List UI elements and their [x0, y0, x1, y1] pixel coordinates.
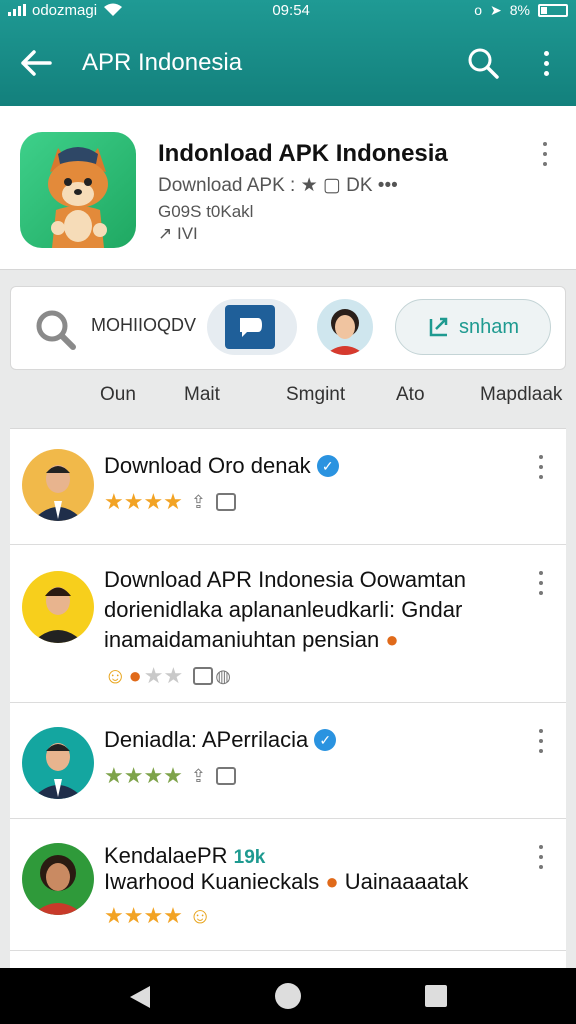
more-vert-icon	[539, 455, 543, 459]
tab-mapdlaak[interactable]: Mapdlaak	[480, 384, 562, 406]
tab-ato[interactable]: Ato	[396, 384, 425, 406]
app-name: Indonload APK Indonesia	[158, 140, 448, 167]
avatar	[22, 571, 94, 643]
review-more-button[interactable]	[534, 571, 548, 595]
overflow-menu-button[interactable]	[536, 46, 556, 80]
more-vert-icon	[543, 142, 547, 146]
search-icon	[36, 310, 76, 350]
tab-smgint[interactable]: Smgint	[286, 384, 345, 406]
review-more-button[interactable]	[534, 455, 548, 479]
avatar-man-icon	[32, 743, 84, 799]
more-vert-icon	[539, 571, 543, 575]
recents-nav-button[interactable]	[424, 984, 448, 1013]
filter-card: MOHIIOQDV snham	[10, 286, 566, 370]
share-icon: ⇪	[190, 491, 206, 512]
search-icon	[468, 48, 499, 79]
review-tag: 19k	[233, 847, 266, 868]
alarm-icon: o	[474, 2, 483, 18]
review-more-button[interactable]	[534, 729, 548, 753]
fruit-icon: ●	[325, 869, 339, 894]
app-icon[interactable]	[20, 132, 136, 248]
filter-search-button[interactable]	[33, 307, 77, 351]
home-nav-button[interactable]	[274, 982, 302, 1015]
recents-nav-icon	[425, 985, 447, 1007]
review-list: Download Oro denak ✓ ★★★★ ⇪ Download APR …	[10, 428, 566, 968]
review-rating: ★★★★ ⇪	[104, 763, 236, 789]
more-vert-icon	[539, 729, 543, 733]
avatar	[22, 843, 94, 915]
avatar-woman-icon	[32, 855, 84, 915]
carrier-name: odozmagi	[32, 1, 98, 19]
fruit-icon: ●	[128, 663, 142, 688]
verified-icon: ✓	[316, 455, 339, 477]
tab-bar: Oun Mait Smgint Ato Mapdlaak	[0, 380, 576, 414]
status-time: 09:54	[272, 1, 310, 19]
user-avatar[interactable]	[317, 299, 373, 355]
list-item[interactable]: KendalaePR 19k Iwarhood Kuanieckals ● Ua…	[10, 819, 566, 951]
chat-icon	[225, 305, 275, 349]
image-icon	[193, 667, 214, 685]
review-body-line-2: inamaidamaniuhtan pensian ●	[104, 627, 399, 652]
image-icon	[215, 493, 236, 511]
fruit-icon: ●	[385, 627, 399, 652]
system-nav-bar	[0, 968, 576, 1024]
image-icon	[215, 767, 236, 785]
review-rating: ★★★★ ⇪	[104, 489, 236, 515]
share-icon	[429, 317, 448, 337]
more-vert-icon	[539, 845, 543, 849]
filter-text: MOHIIOQDV	[91, 315, 197, 335]
avatar-woman-icon	[325, 309, 365, 355]
emoji-icon: ☺	[104, 663, 127, 688]
globe-icon: ◍	[215, 665, 231, 686]
top-bar: odozmagi 09:54 o ➤ 8% APR Indonesia	[0, 0, 576, 106]
chat-button[interactable]	[207, 299, 297, 355]
signal-icon	[8, 4, 26, 16]
location-icon: ➤	[490, 1, 502, 18]
battery-percent: 8%	[509, 2, 530, 18]
review-more-button[interactable]	[534, 845, 548, 869]
back-button[interactable]	[20, 43, 60, 83]
list-item[interactable]: Deniadla: APerrilacia ✓ ★★★★ ⇪	[10, 703, 566, 819]
battery-icon	[538, 3, 568, 17]
review-rating: ★★★★ ☺	[104, 903, 212, 928]
app-subtitle-2: ↗ IVI	[158, 224, 198, 243]
app-bar-title: APR Indonesia	[82, 49, 243, 76]
emoji-icon: ☺	[188, 903, 212, 928]
review-title: Deniadla: APerrilacia ✓	[104, 727, 337, 753]
list-item[interactable]: Download APR Indonesia Oowamtan dorienid…	[10, 545, 566, 703]
share-icon: ⇪	[190, 765, 206, 786]
app-subtitle: G09S t0Kakl	[158, 202, 254, 221]
app-bar: APR Indonesia	[0, 20, 576, 106]
verified-icon: ✓	[314, 729, 337, 751]
app-meta: Download APK : ★ ▢ DK •••	[158, 175, 398, 196]
status-bar: odozmagi 09:54 o ➤ 8%	[0, 0, 576, 20]
review-body-line-1: Iwarhood Kuanieckals ● Uainaaaatak	[104, 869, 469, 894]
fox-mascot-icon	[48, 147, 108, 248]
avatar-man-icon	[32, 587, 84, 643]
back-nav-button[interactable]	[128, 984, 152, 1015]
more-vert-icon	[543, 50, 549, 56]
avatar	[22, 727, 94, 799]
back-nav-icon	[130, 986, 150, 1008]
review-title: Download Oro denak ✓	[104, 453, 339, 479]
review-body-line-1: dorienidlaka aplananleudkarli: Gndar	[104, 597, 463, 622]
home-nav-icon	[275, 983, 301, 1009]
review-title: Download APR Indonesia Oowamtan	[104, 567, 466, 592]
tab-oun[interactable]: Oun	[100, 384, 136, 406]
back-arrow-icon	[21, 50, 52, 76]
review-rating: ☺ ● ★★ ◍	[104, 663, 231, 688]
share-button[interactable]: snham	[395, 299, 551, 355]
tab-mait[interactable]: Mait	[184, 384, 220, 406]
search-button[interactable]	[466, 46, 500, 80]
share-label: snham	[458, 315, 520, 338]
avatar-man-icon	[32, 465, 84, 521]
app-header-card: Indonload APK Indonesia Download APK : ★…	[0, 106, 576, 270]
list-item[interactable]: Download Oro denak ✓ ★★★★ ⇪	[10, 429, 566, 545]
review-title: KendalaePR 19k	[104, 843, 266, 868]
avatar	[22, 449, 94, 521]
app-more-button[interactable]	[538, 142, 552, 166]
